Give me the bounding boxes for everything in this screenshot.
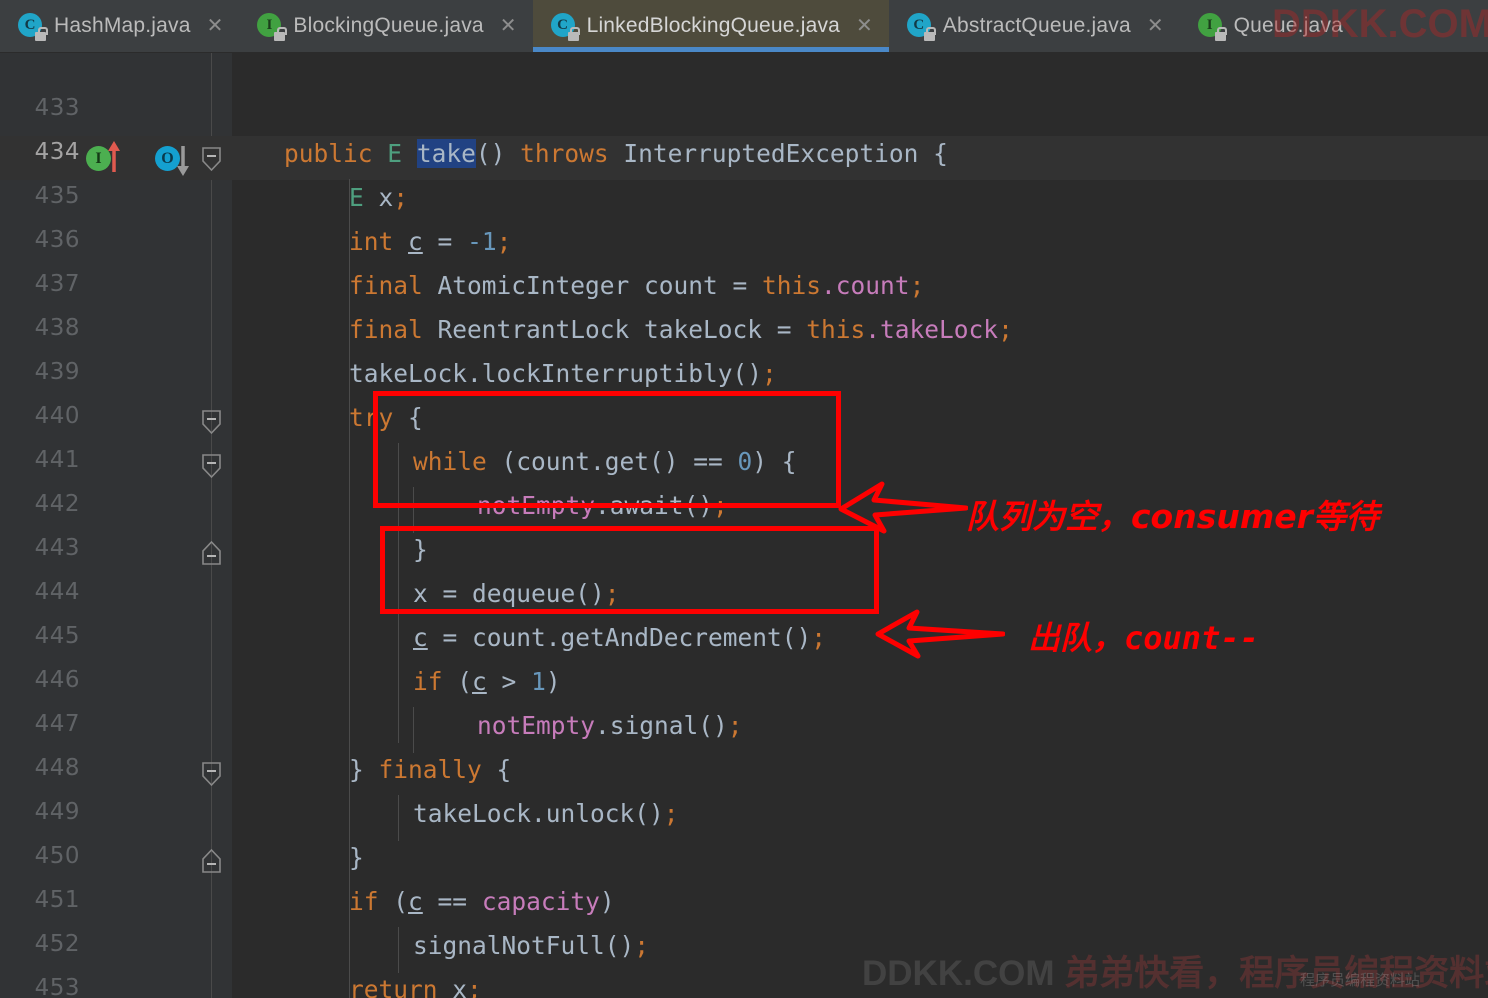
line-number: 453	[34, 975, 80, 998]
line-number: 437	[34, 271, 80, 297]
line-number: 451	[34, 887, 80, 913]
close-icon[interactable]: ✕	[856, 16, 873, 36]
line-number: 438	[34, 315, 80, 341]
tab-label: AbstractQueue.java	[942, 14, 1131, 37]
tab-label: HashMap.java	[54, 14, 191, 37]
indent-guide	[398, 795, 399, 841]
line-number: 433	[34, 95, 80, 121]
line-number: 440	[34, 403, 80, 429]
annotation-label-queue-empty: 队列为空，consumer等待	[966, 497, 1379, 536]
code-line-440[interactable]: try {	[349, 403, 423, 432]
annotation-label-dequeue: 出队，count--	[1028, 619, 1259, 657]
fold-marker-expand[interactable]	[200, 541, 223, 566]
tab-label: LinkedBlockingQueue.java	[586, 14, 841, 37]
watermark-bottom-small: 程序员编程资料站	[1300, 972, 1421, 989]
line-number: 436	[34, 227, 80, 253]
line-number: 445	[34, 623, 80, 649]
annotation-arrow-dequeue	[875, 609, 1005, 659]
tab-abstractqueue-java[interactable]: C AbstractQueue.java ✕	[889, 0, 1180, 52]
code-line-451[interactable]: if (c == capacity)	[349, 887, 615, 916]
line-number: 443	[34, 535, 80, 561]
watermark-bottom: DDKK.COM 弟弟快看，程序员编程资料站	[862, 945, 1488, 996]
code-line-450[interactable]: }	[349, 843, 364, 872]
indent-guide	[413, 487, 414, 533]
code-line-438[interactable]: final ReentrantLock takeLock = this.take…	[349, 315, 1013, 344]
class-file-icon: C	[550, 13, 581, 41]
overridden-down-arrow-icon	[177, 146, 189, 176]
close-icon[interactable]: ✕	[207, 16, 224, 36]
editor-tab-bar: C HashMap.java ✕ I BlockingQueue.java ✕ …	[0, 0, 1488, 53]
tab-queue-java[interactable]: I Queue.java	[1180, 0, 1359, 52]
class-file-icon: C	[18, 13, 48, 41]
line-number: 441	[34, 447, 80, 473]
line-number: 452	[34, 931, 80, 957]
code-line-442[interactable]: notEmpty.await();	[477, 491, 728, 520]
watermark-tagline: 弟弟快看，程序员编程资料站	[1064, 954, 1488, 993]
lock-icon	[35, 27, 48, 41]
code-line-448[interactable]: } finally {	[349, 755, 511, 784]
indent-guide	[349, 179, 350, 998]
code-line-436[interactable]: int c = -1;	[349, 227, 511, 256]
line-number: 447	[34, 711, 80, 737]
code-editor[interactable]: 433 434 435 436 437 438 439 440 441 442 …	[0, 53, 1488, 998]
code-line-443[interactable]: }	[413, 535, 428, 564]
tab-label: Queue.java	[1233, 14, 1344, 37]
code-line-447[interactable]: notEmpty.signal();	[477, 711, 743, 740]
line-number: 446	[34, 667, 80, 693]
class-file-icon: C	[906, 13, 937, 41]
annotation-arrow-queue-empty	[838, 481, 968, 534]
fold-marker-collapse[interactable]	[200, 762, 223, 787]
implements-up-arrow-icon	[108, 141, 120, 172]
line-number: 448	[34, 755, 80, 781]
code-line-446[interactable]: if (c > 1)	[413, 667, 561, 696]
lock-icon	[923, 27, 937, 41]
close-icon[interactable]: ✕	[500, 16, 517, 36]
code-line-435[interactable]: E x;	[349, 183, 408, 212]
indent-guide	[413, 707, 414, 753]
code-line-452[interactable]: signalNotFull();	[413, 931, 649, 960]
line-number: 450	[34, 843, 80, 869]
indent-guide	[398, 443, 399, 743]
close-icon[interactable]: ✕	[1147, 16, 1164, 36]
lock-icon	[567, 27, 581, 41]
code-line-439[interactable]: takeLock.lockInterruptibly();	[349, 359, 777, 388]
code-line-434[interactable]: public E take() throws InterruptedExcept…	[284, 139, 948, 168]
tab-label: BlockingQueue.java	[293, 14, 484, 37]
line-number: 449	[34, 799, 80, 825]
interface-file-icon: I	[257, 13, 287, 41]
fold-marker-collapse[interactable]	[200, 410, 223, 435]
code-line-441[interactable]: while (count.get() == 0) {	[413, 447, 797, 476]
line-number: 442	[34, 491, 80, 517]
tab-linkedblockingqueue-java[interactable]: C LinkedBlockingQueue.java ✕	[532, 0, 890, 52]
code-line-449[interactable]: takeLock.unlock();	[413, 799, 679, 828]
interface-file-icon: I	[1197, 13, 1228, 41]
code-line-453[interactable]: return x;	[349, 975, 482, 998]
lock-icon	[274, 27, 287, 41]
tab-blockingqueue-java[interactable]: I BlockingQueue.java ✕	[239, 0, 532, 52]
watermark-site: DDKK.COM	[862, 954, 1055, 993]
line-number: 444	[34, 579, 80, 605]
code-line-437[interactable]: final AtomicInteger count = this.count;	[349, 271, 924, 300]
code-line-444[interactable]: x = dequeue();	[413, 579, 620, 608]
indent-guide	[398, 927, 399, 973]
line-number: 439	[34, 359, 80, 385]
fold-marker-expand[interactable]	[200, 849, 223, 874]
line-number: 435	[34, 183, 80, 209]
line-number: 434	[34, 139, 80, 165]
fold-marker-collapse[interactable]	[200, 147, 223, 172]
tab-hashmap-java[interactable]: C HashMap.java ✕	[0, 0, 239, 52]
lock-icon	[1214, 27, 1228, 41]
code-line-445[interactable]: c = count.getAndDecrement();	[413, 623, 826, 652]
fold-marker-collapse[interactable]	[200, 454, 223, 479]
